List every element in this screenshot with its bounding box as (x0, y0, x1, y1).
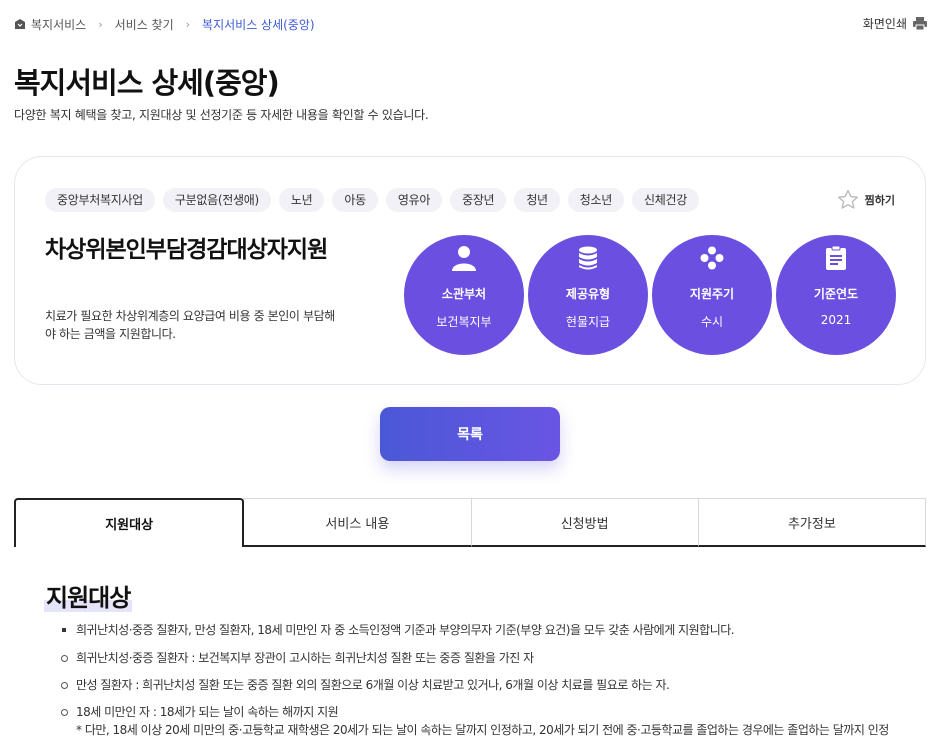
page-title: 복지서비스 상세(중앙) (14, 66, 280, 100)
tab-eligibility[interactable]: 지원대상 (14, 498, 245, 547)
breadcrumb-current: 복지서비스 상세(중앙) (202, 17, 315, 32)
database-icon (575, 245, 601, 271)
print-button[interactable]: 화면인쇄 (863, 15, 927, 32)
info-cycle: 지원주기 수시 (652, 235, 772, 355)
info-label: 지원주기 (689, 287, 735, 301)
breadcrumb-item-search[interactable]: 서비스 찾기 (115, 16, 174, 33)
info-value: 보건복지부 (436, 315, 492, 329)
chevron-right-icon: › (185, 17, 191, 31)
list-item: 18세 미만인 자 : 18세가 되는 날이 속하는 해까지 지원 * 다만, … (60, 703, 920, 739)
service-summary-card: 중앙부처복지사업 구분없음(전생애) 노년 아동 영유아 중장년 청년 청소년 … (14, 156, 926, 385)
info-label: 제공유형 (565, 287, 611, 301)
chevron-right-icon: › (98, 17, 103, 31)
tab-bar: 지원대상 서비스 내용 신청방법 추가정보 (14, 498, 926, 547)
tag: 노년 (278, 188, 325, 212)
tab-application[interactable]: 신청방법 (470, 498, 699, 547)
printer-icon (913, 17, 927, 30)
tab-service-content[interactable]: 서비스 내용 (243, 498, 472, 547)
info-label: 소관부처 (441, 287, 487, 301)
tag: 청년 (514, 188, 560, 212)
dots-icon (699, 245, 725, 271)
list-item: 만성 질환자 : 희귀난치성 질환 또는 중증 질환 외의 질환으로 6개월 이… (60, 676, 920, 694)
section-title-text: 지원대상 (44, 584, 133, 612)
info-base-year: 기준연도 2021 (776, 235, 896, 355)
star-icon (837, 189, 858, 209)
breadcrumb: 복지서비스 › 서비스 찾기 › 복지서비스 상세(중앙) (14, 15, 315, 33)
tag: 구분없음(전생애) (162, 188, 271, 212)
info-value: 현물지급 (565, 315, 611, 329)
tag-list: 중앙부처복지사업 구분없음(전생애) 노년 아동 영유아 중장년 청년 청소년 … (45, 188, 699, 212)
list-item-text: 18세 미만인 자 : 18세가 되는 날이 속하는 해까지 지원 (76, 705, 339, 719)
favorite-label: 찜하기 (864, 193, 895, 207)
tag: 신체건강 (632, 188, 699, 212)
list-button[interactable]: 목록 (380, 407, 560, 461)
info-value: 수시 (700, 315, 724, 329)
home-icon[interactable] (14, 18, 26, 30)
section-title: 지원대상 (44, 578, 133, 613)
service-info-list: 소관부처 보건복지부 제공유형 현물지급 지원주기 수시 기준연도 2021 (404, 235, 896, 355)
info-value: 2021 (820, 313, 852, 327)
print-label: 화면인쇄 (862, 17, 907, 31)
favorite-button[interactable]: 찜하기 (837, 189, 895, 210)
document-icon (823, 245, 849, 271)
info-label: 기준연도 (813, 287, 859, 301)
info-provision-type: 제공유형 현물지급 (528, 235, 648, 355)
eligibility-list: 희귀난치성·중증 질환자, 만성 질환자, 18세 미만인 자 중 소득인정액 … (60, 621, 920, 739)
info-department: 소관부처 보건복지부 (404, 235, 524, 355)
tag: 중장년 (450, 188, 507, 212)
tag: 영유아 (385, 188, 443, 212)
tag: 아동 (332, 188, 378, 212)
service-title: 차상위본인부담경감대상자지원 (45, 237, 328, 263)
list-item: 희귀난치성·중증 질환자 : 보건복지부 장관이 고시하는 희귀난치성 질환 또… (60, 649, 920, 667)
service-description: 치료가 필요한 차상위계층의 요양급여 비용 중 본인이 부담해야 하는 금액을… (45, 309, 335, 341)
tag: 중앙부처복지사업 (45, 188, 155, 212)
tag: 청소년 (567, 188, 625, 212)
list-item-note: * 다만, 18세 이상 20세 미만의 중·고등학교 재학생은 20세가 되는… (76, 723, 889, 737)
tab-additional-info[interactable]: 추가정보 (697, 498, 926, 547)
page-description: 다양한 복지 혜택을 찾고, 지원대상 및 선정기준 등 자세한 내용을 확인할… (14, 108, 429, 122)
list-item: 희귀난치성·중증 질환자, 만성 질환자, 18세 미만인 자 중 소득인정액 … (60, 621, 920, 639)
breadcrumb-item-welfare[interactable]: 복지서비스 (31, 16, 86, 33)
person-icon (451, 245, 477, 271)
